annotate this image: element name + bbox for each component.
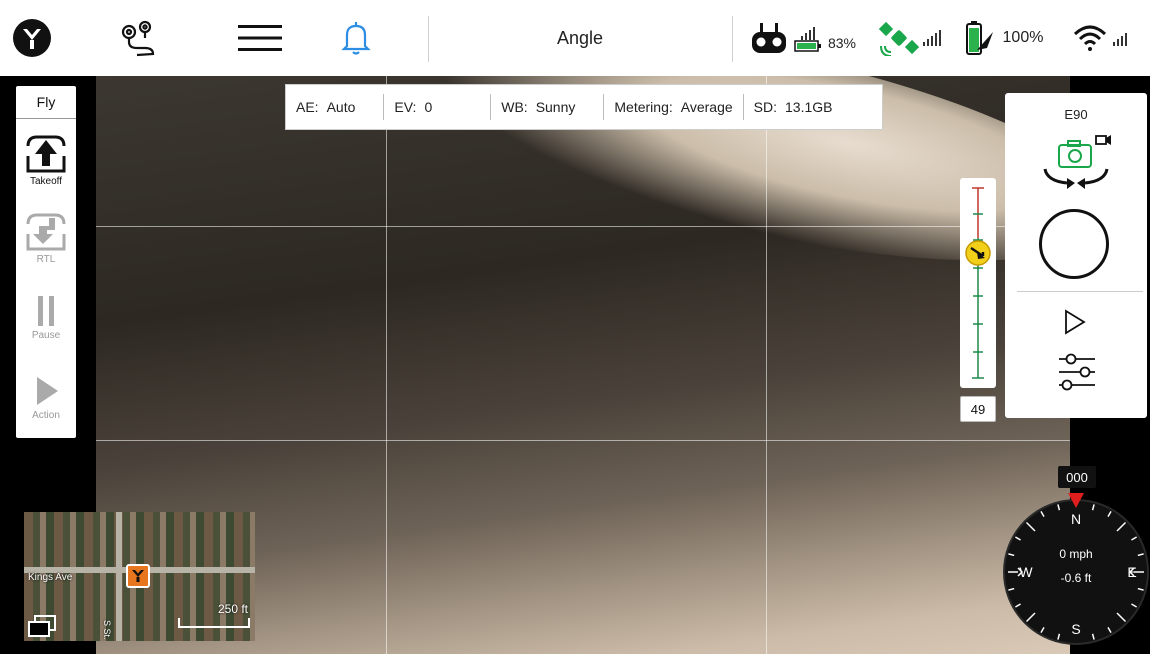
- map-scale-label: 250 ft: [217, 602, 248, 616]
- wb-label: WB:: [501, 99, 528, 115]
- logo-icon: [13, 19, 51, 57]
- remote-controller-icon: [751, 23, 786, 53]
- takeoff-button[interactable]: Takeoff: [16, 134, 76, 187]
- metering-setting[interactable]: Metering: Average: [604, 94, 742, 120]
- grid-line-horizontal: [96, 440, 1070, 441]
- rc-status: 83%: [748, 0, 858, 76]
- playback-icon[interactable]: [1063, 309, 1087, 335]
- return-to-home-icon: [26, 213, 66, 251]
- menu-icon: [238, 25, 282, 51]
- drone-battery-icon: [965, 21, 993, 55]
- wifi-icon: [1073, 25, 1107, 51]
- rtl-button[interactable]: RTL: [16, 212, 76, 265]
- wb-setting[interactable]: WB: Sunny: [491, 94, 585, 120]
- action-label: Action: [32, 410, 60, 421]
- action-button[interactable]: Action: [16, 374, 76, 421]
- takeoff-label: Takeoff: [29, 176, 63, 187]
- shutter-button[interactable]: [1039, 209, 1109, 279]
- pause-button[interactable]: Pause: [16, 294, 76, 341]
- menu-button[interactable]: [230, 0, 290, 76]
- notifications-button[interactable]: [332, 0, 380, 76]
- ae-label: AE:: [296, 99, 319, 115]
- pause-icon: [38, 296, 54, 326]
- drone-location-marker: [126, 564, 150, 588]
- rc-battery-percent: 83%: [827, 35, 857, 51]
- battery-icon: [794, 40, 821, 52]
- rc-signal-icon: [800, 24, 815, 40]
- metering-value: Average: [680, 99, 733, 115]
- ae-value: Auto: [326, 99, 356, 115]
- route-planning-button[interactable]: [110, 0, 166, 76]
- map-layers-icon[interactable]: [26, 614, 58, 640]
- camera-control-panel: E90: [1005, 93, 1147, 418]
- camera-settings-bar[interactable]: AE: Auto EV: 0 WB: Sunny Metering: Average S…: [285, 84, 883, 130]
- map-scale-bar: [178, 618, 250, 628]
- heading-readout: 000: [1058, 466, 1096, 488]
- topbar-divider: [732, 16, 733, 62]
- drone-battery-percent: 100%: [1002, 29, 1044, 46]
- pause-label: Pause: [31, 330, 61, 341]
- gps-satellite-icon: [879, 21, 919, 56]
- fly-tab[interactable]: Fly: [16, 86, 76, 119]
- compass-w: W: [1019, 564, 1033, 580]
- route-icon: [121, 20, 155, 57]
- grid-line-horizontal: [96, 226, 1070, 227]
- map-street-label: S St.: [102, 620, 112, 640]
- minimap[interactable]: Kings Ave S St. 250 ft: [24, 512, 255, 641]
- grid-line-vertical: [386, 76, 387, 654]
- compass-n: N: [1071, 511, 1081, 527]
- camera-settings-icon[interactable]: [1057, 353, 1097, 391]
- sd-card-status: SD: 13.1GB: [744, 94, 843, 120]
- grid-line-vertical: [766, 76, 767, 654]
- flight-control-panel: Fly Takeoff RTL Pause Action: [16, 86, 76, 438]
- bell-icon: [341, 22, 371, 55]
- gimbal-thumb[interactable]: [963, 238, 993, 268]
- camera-model-label: E90: [1064, 107, 1088, 122]
- rtl-label: RTL: [36, 254, 56, 265]
- panel-divider: [1017, 291, 1143, 292]
- sd-value: 13.1GB: [785, 99, 833, 115]
- top-status-bar: Angle 83% 100%: [0, 0, 1150, 76]
- ev-label: EV:: [394, 99, 417, 115]
- logo-button[interactable]: [0, 0, 64, 76]
- ev-value: 0: [424, 99, 433, 115]
- ae-setting[interactable]: AE: Auto: [286, 94, 365, 120]
- speed-readout: 0 mph: [1059, 547, 1092, 561]
- flight-mode-label: Angle: [556, 27, 604, 48]
- gimbal-pitch-slider[interactable]: [960, 178, 996, 388]
- topbar-divider: [428, 16, 429, 62]
- sd-label: SD:: [753, 99, 777, 115]
- compass-s: S: [1071, 621, 1080, 637]
- wb-value: Sunny: [535, 99, 576, 115]
- gps-signal-icon: [923, 30, 941, 46]
- metering-label: Metering:: [614, 99, 673, 115]
- wifi-signal-icon: [1113, 30, 1127, 46]
- ev-setting[interactable]: EV: 0: [384, 94, 442, 120]
- compass: N E S W 0 mph -0.6 ft: [1003, 493, 1149, 645]
- takeoff-icon: [26, 135, 66, 173]
- camera-mode-switch-icon[interactable]: [1039, 133, 1113, 193]
- map-scale: 250 ft: [176, 602, 252, 632]
- drone-marker-icon: [132, 570, 144, 582]
- map-street-label: Kings Ave: [28, 572, 73, 583]
- compass-e: E: [1127, 564, 1136, 580]
- drone-battery-status: 100%: [958, 0, 1048, 76]
- altitude-readout: -0.6 ft: [1061, 571, 1092, 585]
- play-icon: [37, 377, 58, 405]
- gimbal-pitch-value: 49: [960, 396, 996, 422]
- wifi-status: [1060, 0, 1140, 76]
- gps-status: [874, 0, 946, 76]
- gimbal-scale: [972, 187, 984, 379]
